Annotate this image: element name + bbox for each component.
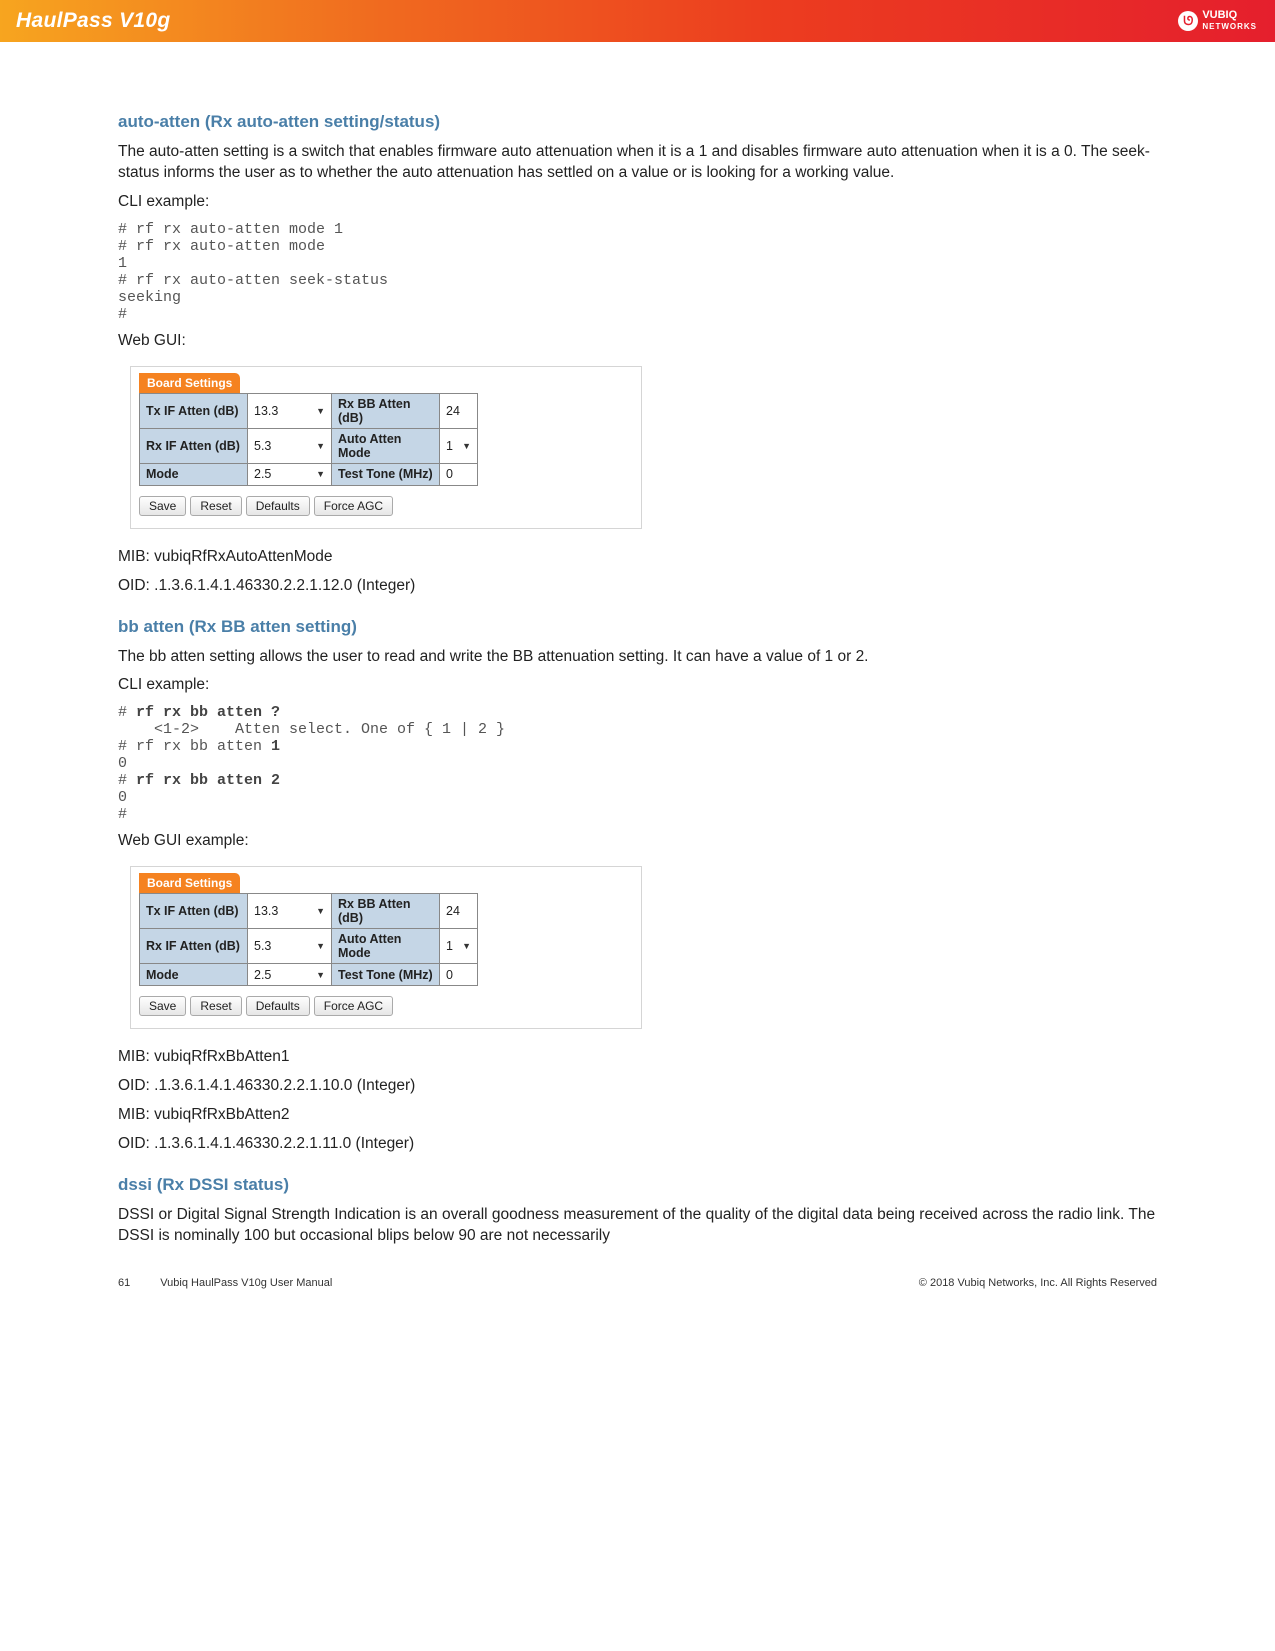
- board-settings-tab[interactable]: Board Settings: [139, 373, 240, 393]
- field-test-tone[interactable]: 0: [440, 463, 478, 485]
- section2-mib2: MIB: vubiqRfRxBbAtten2: [118, 1105, 1157, 1126]
- table-row: Rx IF Atten (dB) 5.3▼ Auto Atten Mode 1▼: [140, 428, 478, 463]
- brand-bottom: NETWORKS: [1202, 22, 1257, 31]
- page-footer: 61 Vubiq HaulPass V10g User Manual © 201…: [118, 1277, 1157, 1289]
- label-mode: Mode: [140, 964, 248, 986]
- table-row: Tx IF Atten (dB) 13.3▼ Rx BB Atten (dB) …: [140, 393, 478, 428]
- save-button[interactable]: Save: [139, 996, 186, 1016]
- field-tx-if-atten[interactable]: 13.3▼: [248, 393, 332, 428]
- field-test-tone[interactable]: 0: [440, 964, 478, 986]
- field-rx-if-atten[interactable]: 5.3▼: [248, 929, 332, 964]
- brand-top: VUBIQ: [1202, 9, 1237, 21]
- field-auto-atten-mode[interactable]: 1▼: [440, 428, 478, 463]
- defaults-button[interactable]: Defaults: [246, 496, 310, 516]
- section2-webgui-label: Web GUI example:: [118, 831, 1157, 852]
- board-settings-panel: Board Settings Tx IF Atten (dB) 13.3▼ Rx…: [130, 366, 642, 529]
- copyright: © 2018 Vubiq Networks, Inc. All Rights R…: [919, 1277, 1157, 1289]
- logo-icon: ᘎ: [1178, 11, 1198, 31]
- label-auto-atten-mode: Auto Atten Mode: [332, 929, 440, 964]
- field-tx-if-atten[interactable]: 13.3▼: [248, 894, 332, 929]
- section1-cli: # rf rx auto-atten mode 1 # rf rx auto-a…: [118, 221, 1157, 323]
- section1-mib: MIB: vubiqRfRxAutoAttenMode: [118, 547, 1157, 568]
- board-settings-panel-2: Board Settings Tx IF Atten (dB) 13.3▼ Rx…: [130, 866, 642, 1029]
- reset-button[interactable]: Reset: [190, 996, 241, 1016]
- label-rx-if-atten: Rx IF Atten (dB): [140, 929, 248, 964]
- force-agc-button[interactable]: Force AGC: [314, 996, 393, 1016]
- section2-body: The bb atten setting allows the user to …: [118, 647, 1157, 668]
- defaults-button[interactable]: Defaults: [246, 996, 310, 1016]
- section2-oid1: OID: .1.3.6.1.4.1.46330.2.2.1.10.0 (Inte…: [118, 1076, 1157, 1097]
- section2-cli: # rf rx bb atten ? <1-2> Atten select. O…: [118, 704, 1157, 823]
- section1-cli-label: CLI example:: [118, 192, 1157, 213]
- section-heading-bb-atten: bb atten (Rx BB atten setting): [118, 617, 1157, 637]
- table-row: Mode 2.5▼ Test Tone (MHz) 0: [140, 463, 478, 485]
- chevron-down-icon: ▼: [316, 906, 325, 916]
- label-mode: Mode: [140, 463, 248, 485]
- page-number: 61: [118, 1277, 130, 1289]
- button-row: Save Reset Defaults Force AGC: [139, 996, 633, 1016]
- reset-button[interactable]: Reset: [190, 496, 241, 516]
- label-auto-atten-mode: Auto Atten Mode: [332, 428, 440, 463]
- chevron-down-icon: ▼: [316, 941, 325, 951]
- field-mode[interactable]: 2.5▼: [248, 964, 332, 986]
- section3-body: DSSI or Digital Signal Strength Indicati…: [118, 1205, 1157, 1247]
- field-rx-bb-atten[interactable]: 24: [440, 894, 478, 929]
- field-rx-bb-atten[interactable]: 24: [440, 393, 478, 428]
- section2-mib1: MIB: vubiqRfRxBbAtten1: [118, 1047, 1157, 1068]
- chevron-down-icon: ▼: [462, 441, 471, 451]
- chevron-down-icon: ▼: [316, 469, 325, 479]
- save-button[interactable]: Save: [139, 496, 186, 516]
- field-rx-if-atten[interactable]: 5.3▼: [248, 428, 332, 463]
- section-heading-auto-atten: auto-atten (Rx auto-atten setting/status…: [118, 112, 1157, 132]
- chevron-down-icon: ▼: [462, 941, 471, 951]
- field-auto-atten-mode[interactable]: 1▼: [440, 929, 478, 964]
- label-test-tone: Test Tone (MHz): [332, 463, 440, 485]
- board-settings-table: Tx IF Atten (dB) 13.3▼ Rx BB Atten (dB) …: [139, 393, 478, 486]
- chevron-down-icon: ▼: [316, 970, 325, 980]
- label-rx-bb-atten: Rx BB Atten (dB): [332, 894, 440, 929]
- section1-body: The auto-atten setting is a switch that …: [118, 142, 1157, 184]
- button-row: Save Reset Defaults Force AGC: [139, 496, 633, 516]
- label-tx-if-atten: Tx IF Atten (dB): [140, 393, 248, 428]
- label-test-tone: Test Tone (MHz): [332, 964, 440, 986]
- table-row: Rx IF Atten (dB) 5.3▼ Auto Atten Mode 1▼: [140, 929, 478, 964]
- field-mode[interactable]: 2.5▼: [248, 463, 332, 485]
- header-bar: HaulPass V10g ᘎ VUBIQ NETWORKS: [0, 0, 1275, 42]
- label-rx-bb-atten: Rx BB Atten (dB): [332, 393, 440, 428]
- brand-logo: ᘎ VUBIQ NETWORKS: [1178, 10, 1257, 32]
- label-rx-if-atten: Rx IF Atten (dB): [140, 428, 248, 463]
- product-title: HaulPass V10g: [16, 9, 170, 33]
- board-settings-tab-2[interactable]: Board Settings: [139, 873, 240, 893]
- force-agc-button[interactable]: Force AGC: [314, 496, 393, 516]
- section2-cli-label: CLI example:: [118, 675, 1157, 696]
- chevron-down-icon: ▼: [316, 406, 325, 416]
- section1-oid: OID: .1.3.6.1.4.1.46330.2.2.1.12.0 (Inte…: [118, 576, 1157, 597]
- section2-oid2: OID: .1.3.6.1.4.1.46330.2.2.1.11.0 (Inte…: [118, 1134, 1157, 1155]
- section-heading-dssi: dssi (Rx DSSI status): [118, 1175, 1157, 1195]
- section1-webgui-label: Web GUI:: [118, 331, 1157, 352]
- board-settings-table-2: Tx IF Atten (dB) 13.3▼ Rx BB Atten (dB) …: [139, 893, 478, 986]
- table-row: Tx IF Atten (dB) 13.3▼ Rx BB Atten (dB) …: [140, 894, 478, 929]
- table-row: Mode 2.5▼ Test Tone (MHz) 0: [140, 964, 478, 986]
- label-tx-if-atten: Tx IF Atten (dB): [140, 894, 248, 929]
- page-content: auto-atten (Rx auto-atten setting/status…: [0, 42, 1275, 1319]
- doc-title: Vubiq HaulPass V10g User Manual: [160, 1277, 332, 1289]
- chevron-down-icon: ▼: [316, 441, 325, 451]
